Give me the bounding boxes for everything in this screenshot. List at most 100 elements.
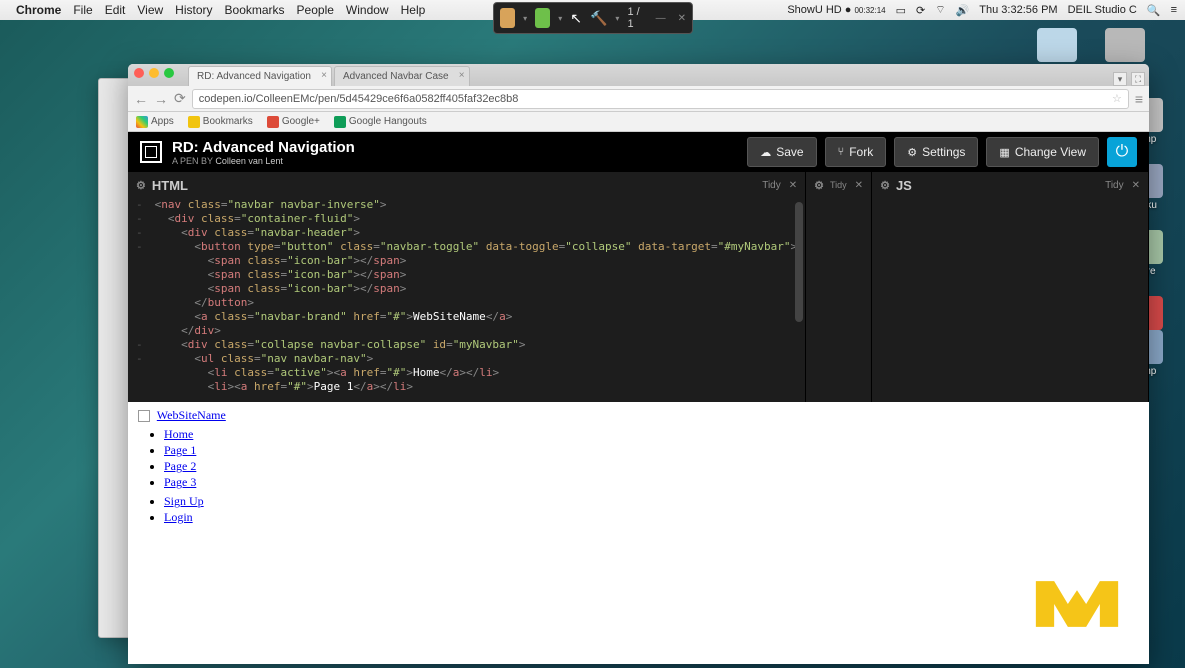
css-code-editor[interactable] bbox=[806, 198, 871, 402]
nav-link[interactable]: Page 2 bbox=[164, 459, 196, 473]
tidy-button[interactable]: Tidy bbox=[830, 180, 847, 191]
display-icon[interactable]: ▭ bbox=[896, 4, 906, 17]
brand-link[interactable]: WebSiteName bbox=[157, 408, 226, 422]
fullscreen-icon[interactable]: ⛶ bbox=[1131, 72, 1145, 86]
menu-history[interactable]: History bbox=[175, 3, 212, 17]
menu-help[interactable]: Help bbox=[401, 3, 426, 17]
user-menu[interactable]: DEIL Studio C bbox=[1068, 4, 1137, 16]
gear-icon: ⚙ bbox=[907, 146, 917, 159]
menu-view[interactable]: View bbox=[137, 3, 163, 17]
codepen-header: RD: Advanced Navigation A PEN BY Colleen… bbox=[128, 132, 1149, 172]
michigan-logo bbox=[1031, 572, 1123, 636]
editor-row: ⚙ HTML Tidy ✕ - <nav class="navbar navbar… bbox=[128, 172, 1149, 402]
minimize-icon[interactable]: — bbox=[656, 13, 666, 24]
close-pane-icon[interactable]: ✕ bbox=[789, 180, 797, 191]
close-tab-icon[interactable]: × bbox=[321, 70, 327, 81]
apps-shortcut[interactable]: Apps bbox=[136, 116, 174, 128]
dropdown-icon[interactable]: ▾ bbox=[615, 14, 619, 23]
logout-button[interactable]: ⏻ bbox=[1107, 137, 1137, 167]
menu-bookmarks[interactable]: Bookmarks bbox=[225, 3, 285, 17]
tidy-button[interactable]: Tidy bbox=[762, 180, 781, 191]
menu-edit[interactable]: Edit bbox=[105, 3, 126, 17]
tab-title: Advanced Navbar Case bbox=[343, 71, 449, 82]
fork-icon: ⑂ bbox=[838, 146, 845, 158]
settings-button[interactable]: ⚙Settings bbox=[894, 137, 978, 167]
layout-icon: ▦ bbox=[999, 146, 1009, 159]
url-input[interactable]: codepen.io/ColleenEMc/pen/5d45429ce6f6a0… bbox=[192, 89, 1129, 109]
pane-header-js: ⚙ JS Tidy ✕ bbox=[872, 172, 1148, 198]
sync-icon[interactable]: ⟳ bbox=[916, 4, 925, 17]
save-button[interactable]: ☁Save bbox=[747, 137, 816, 167]
tab-overflow-icon[interactable]: ▾ bbox=[1113, 72, 1127, 86]
pane-title: JS bbox=[896, 178, 912, 193]
tidy-button[interactable]: Tidy bbox=[1105, 180, 1124, 191]
gear-icon[interactable]: ⚙ bbox=[136, 179, 146, 192]
pane-title: HTML bbox=[152, 178, 188, 193]
preview-pane: WebSiteName Home Page 1 Page 2 Page 3 Si… bbox=[128, 402, 1149, 664]
pen-tool-green[interactable] bbox=[535, 8, 550, 28]
bookmark-star-icon[interactable]: ☆ bbox=[1112, 92, 1122, 105]
annotation-toolbar[interactable]: ▾ ▾ ↖ 🔨 ▾ 1 / 1 — ✕ bbox=[493, 2, 693, 34]
wifi-icon[interactable]: ⌔ bbox=[935, 3, 945, 17]
nav-link[interactable]: Home bbox=[164, 427, 193, 441]
menu-window[interactable]: Window bbox=[346, 3, 389, 17]
chrome-menu-icon[interactable]: ≡ bbox=[1135, 91, 1143, 107]
clock[interactable]: Thu 3:32:56 PM bbox=[979, 4, 1057, 16]
nav-link[interactable]: Sign Up bbox=[164, 494, 204, 508]
spotlight-icon[interactable]: 🔍 bbox=[1147, 4, 1161, 17]
pane-header-html: ⚙ HTML Tidy ✕ bbox=[128, 172, 805, 198]
fork-button[interactable]: ⑂Fork bbox=[825, 137, 887, 167]
close-pane-icon[interactable]: ✕ bbox=[1132, 180, 1140, 191]
navbar-toggle-button[interactable] bbox=[138, 410, 150, 422]
cloud-icon: ☁ bbox=[760, 146, 771, 159]
close-tab-icon[interactable]: × bbox=[459, 70, 465, 81]
reload-button[interactable]: ⟳ bbox=[174, 90, 186, 107]
dropdown-icon[interactable]: ▾ bbox=[558, 14, 562, 23]
close-window-icon[interactable] bbox=[134, 68, 144, 78]
active-app-name[interactable]: Chrome bbox=[16, 3, 61, 17]
preview-navbar: WebSiteName bbox=[138, 408, 1139, 423]
cursor-tool[interactable]: ↖ bbox=[570, 10, 582, 27]
nav-link[interactable]: Page 1 bbox=[164, 443, 196, 457]
desktop-folder[interactable] bbox=[1033, 28, 1081, 64]
js-code-editor[interactable] bbox=[872, 198, 1148, 402]
back-button[interactable]: ← bbox=[134, 91, 148, 107]
power-icon: ⏻ bbox=[1116, 143, 1129, 161]
css-editor-pane: ⚙ Tidy ✕ bbox=[806, 172, 872, 402]
close-pane-icon[interactable]: ✕ bbox=[855, 180, 863, 191]
js-editor-pane: ⚙ JS Tidy ✕ bbox=[872, 172, 1149, 402]
traffic-lights[interactable] bbox=[134, 68, 174, 78]
scrollbar[interactable] bbox=[795, 202, 803, 322]
zoom-window-icon[interactable] bbox=[164, 68, 174, 78]
dropdown-icon[interactable]: ▾ bbox=[523, 14, 527, 23]
bookmark-item[interactable]: Google Hangouts bbox=[334, 116, 427, 128]
pen-tool-orange[interactable] bbox=[500, 8, 515, 28]
minimize-window-icon[interactable] bbox=[149, 68, 159, 78]
close-icon[interactable]: ✕ bbox=[678, 13, 686, 24]
volume-icon[interactable]: 🔊 bbox=[956, 4, 970, 17]
bookmark-item[interactable]: Bookmarks bbox=[188, 116, 253, 128]
tab-strip: RD: Advanced Navigation × Advanced Navbar… bbox=[128, 64, 1149, 86]
pen-title: RD: Advanced Navigation bbox=[172, 139, 355, 156]
change-view-button[interactable]: ▦Change View bbox=[986, 137, 1099, 167]
browser-tab-active[interactable]: RD: Advanced Navigation × bbox=[188, 66, 332, 86]
html-code-editor[interactable]: - <nav class="navbar navbar-inverse"> - … bbox=[128, 198, 805, 402]
html-editor-pane: ⚙ HTML Tidy ✕ - <nav class="navbar navbar… bbox=[128, 172, 806, 402]
menu-file[interactable]: File bbox=[73, 3, 92, 17]
bookmark-item[interactable]: Google+ bbox=[267, 116, 320, 128]
address-bar: ← → ⟳ codepen.io/ColleenEMc/pen/5d45429c… bbox=[128, 86, 1149, 112]
hammer-tool[interactable]: 🔨 bbox=[590, 10, 607, 27]
pane-header-css: ⚙ Tidy ✕ bbox=[806, 172, 871, 198]
forward-button[interactable]: → bbox=[154, 91, 168, 107]
menu-people[interactable]: People bbox=[297, 3, 334, 17]
browser-tab[interactable]: Advanced Navbar Case × bbox=[334, 66, 470, 86]
nav-link[interactable]: Page 3 bbox=[164, 475, 196, 489]
screen-recorder-badge[interactable]: ShowU HD ● 00:32:14 bbox=[787, 4, 885, 16]
gear-icon[interactable]: ⚙ bbox=[880, 179, 890, 192]
nav-link[interactable]: Login bbox=[164, 510, 193, 524]
tab-title: RD: Advanced Navigation bbox=[197, 71, 311, 82]
codepen-logo-icon[interactable] bbox=[140, 141, 162, 163]
notification-center-icon[interactable]: ≡ bbox=[1171, 4, 1177, 16]
gear-icon[interactable]: ⚙ bbox=[814, 179, 824, 192]
preview-nav-list-right: Sign Up Login bbox=[164, 494, 1139, 525]
